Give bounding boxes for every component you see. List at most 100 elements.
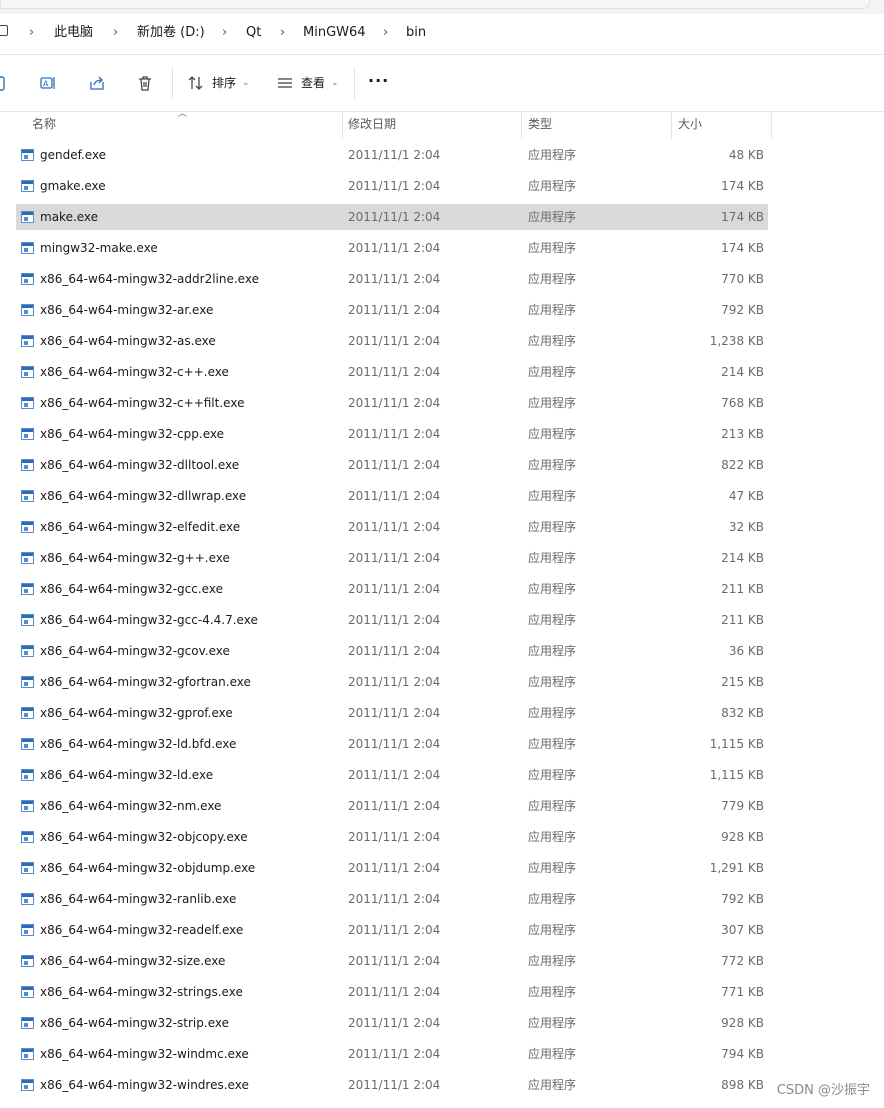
file-row[interactable]: mingw32-make.exe 2011/11/1 2:04 应用程序 174 KB (16, 235, 768, 261)
file-row[interactable]: x86_64-w64-mingw32-gcov.exe 2011/11/1 2:0… (16, 638, 768, 664)
file-row[interactable]: x86_64-w64-mingw32-c++.exe 2011/11/1 2:04… (16, 359, 768, 385)
application-file-icon (21, 1048, 34, 1060)
watermark: CSDN @沙振宇 (776, 1083, 870, 1098)
sort-label[interactable]: 排序 (212, 75, 236, 91)
file-date-modified: 2011/11/1 2:04 (348, 272, 441, 286)
file-row[interactable]: x86_64-w64-mingw32-gcc-4.4.7.exe 2011/11/… (16, 607, 768, 633)
file-date-modified: 2011/11/1 2:04 (348, 830, 441, 844)
view-label[interactable]: 查看 (301, 75, 325, 91)
file-row[interactable]: x86_64-w64-mingw32-dlltool.exe 2011/11/1 … (16, 452, 768, 478)
file-row[interactable]: x86_64-w64-mingw32-objdump.exe 2011/11/1 … (16, 855, 768, 881)
file-type: 应用程序 (528, 923, 577, 937)
file-name: x86_64-w64-mingw32-dllwrap.exe (40, 489, 247, 503)
file-row[interactable]: x86_64-w64-mingw32-as.exe 2011/11/1 2:04 应… (16, 328, 768, 354)
delete-button[interactable] (134, 72, 156, 94)
file-row[interactable]: x86_64-w64-mingw32-gfortran.exe 2011/11/1… (16, 669, 768, 695)
file-row[interactable]: x86_64-w64-mingw32-nm.exe 2011/11/1 2:04 应… (16, 793, 768, 819)
file-name: x86_64-w64-mingw32-elfedit.exe (40, 520, 241, 534)
paste-icon (0, 76, 5, 91)
file-row[interactable]: x86_64-w64-mingw32-elfedit.exe 2011/11/1 … (16, 514, 768, 540)
file-row[interactable]: x86_64-w64-mingw32-addr2line.exe 2011/11/… (16, 266, 768, 292)
rename-button[interactable]: A (37, 72, 59, 94)
computer-icon[interactable] (0, 25, 8, 36)
application-file-icon (21, 273, 34, 285)
chevron-right-icon[interactable]: › (222, 24, 227, 42)
file-row[interactable]: x86_64-w64-mingw32-readelf.exe 2011/11/1 … (16, 917, 768, 943)
file-type: 应用程序 (528, 675, 577, 689)
column-header: ︿ 名称 修改日期 类型 大小 (0, 109, 884, 139)
file-type: 应用程序 (528, 303, 577, 317)
file-row[interactable]: x86_64-w64-mingw32-cpp.exe 2011/11/1 2:04… (16, 421, 768, 447)
file-row[interactable]: make.exe 2011/11/1 2:04 应用程序 174 KB (16, 204, 768, 230)
file-type: 应用程序 (528, 520, 577, 534)
file-type: 应用程序 (528, 427, 577, 441)
file-row[interactable]: x86_64-w64-mingw32-dllwrap.exe 2011/11/1 … (16, 483, 768, 509)
column-header-size[interactable]: 大小 (672, 111, 772, 139)
more-options-button[interactable]: ··· (368, 71, 389, 91)
breadcrumb-mingw64[interactable]: MinGW64 (303, 24, 366, 42)
chevron-right-icon[interactable]: › (29, 24, 34, 42)
file-row[interactable]: x86_64-w64-mingw32-strings.exe 2011/11/1 … (16, 979, 768, 1005)
file-row[interactable]: x86_64-w64-mingw32-windmc.exe 2011/11/1 2… (16, 1041, 768, 1067)
application-file-icon (21, 490, 34, 502)
view-button[interactable] (274, 72, 296, 94)
share-button[interactable] (86, 72, 108, 94)
file-name: x86_64-w64-mingw32-nm.exe (40, 799, 222, 813)
file-name: x86_64-w64-mingw32-strings.exe (40, 985, 243, 999)
chevron-right-icon[interactable]: › (383, 24, 388, 42)
file-size: 214 KB (721, 365, 764, 379)
file-row[interactable]: x86_64-w64-mingw32-c++filt.exe 2011/11/1 … (16, 390, 768, 416)
application-file-icon (21, 242, 34, 254)
file-size: 211 KB (721, 582, 764, 596)
file-row[interactable]: x86_64-w64-mingw32-ar.exe 2011/11/1 2:04 应… (16, 297, 768, 323)
file-row[interactable]: x86_64-w64-mingw32-size.exe 2011/11/1 2:0… (16, 948, 768, 974)
file-date-modified: 2011/11/1 2:04 (348, 1078, 441, 1092)
sort-button[interactable] (185, 72, 207, 94)
file-date-modified: 2011/11/1 2:04 (348, 644, 441, 658)
file-row[interactable]: x86_64-w64-mingw32-g++.exe 2011/11/1 2:04… (16, 545, 768, 571)
file-type: 应用程序 (528, 458, 577, 472)
file-row[interactable]: x86_64-w64-mingw32-windres.exe 2011/11/1 … (16, 1072, 768, 1098)
breadcrumb-drive-d[interactable]: 新加卷 (D:) (137, 24, 205, 42)
chevron-down-icon[interactable]: ⌄ (331, 75, 339, 91)
toolbar-divider (172, 67, 173, 99)
file-row[interactable]: x86_64-w64-mingw32-gprof.exe 2011/11/1 2:… (16, 700, 768, 726)
file-row[interactable]: gendef.exe 2011/11/1 2:04 应用程序 48 KB (16, 142, 768, 168)
file-size: 48 KB (728, 148, 764, 162)
application-file-icon (21, 304, 34, 316)
breadcrumb-qt[interactable]: Qt (246, 24, 261, 42)
address-bar[interactable]: › 此电脑 › 新加卷 (D:) › Qt › MinGW64 › bin (0, 14, 884, 55)
application-file-icon (21, 211, 34, 223)
file-row[interactable]: x86_64-w64-mingw32-gcc.exe 2011/11/1 2:04… (16, 576, 768, 602)
file-size: 822 KB (721, 458, 764, 472)
column-header-type[interactable]: 类型 (522, 111, 672, 139)
file-row[interactable]: x86_64-w64-mingw32-ld.exe 2011/11/1 2:04 应… (16, 762, 768, 788)
chevron-right-icon[interactable]: › (280, 24, 285, 42)
file-size: 768 KB (721, 396, 764, 410)
chevron-right-icon[interactable]: › (113, 24, 118, 42)
file-row[interactable]: gmake.exe 2011/11/1 2:04 应用程序 174 KB (16, 173, 768, 199)
paste-button[interactable] (0, 72, 10, 94)
file-type: 应用程序 (528, 210, 577, 224)
file-date-modified: 2011/11/1 2:04 (348, 892, 441, 906)
file-row[interactable]: x86_64-w64-mingw32-objcopy.exe 2011/11/1 … (16, 824, 768, 850)
file-type: 应用程序 (528, 489, 577, 503)
file-size: 772 KB (721, 954, 764, 968)
file-type: 应用程序 (528, 892, 577, 906)
file-row[interactable]: x86_64-w64-mingw32-ranlib.exe 2011/11/1 2… (16, 886, 768, 912)
breadcrumb-this-pc[interactable]: 此电脑 (54, 24, 93, 42)
view-list-icon (278, 78, 292, 88)
column-separator[interactable] (771, 111, 772, 139)
chevron-down-icon[interactable]: ⌄ (242, 75, 250, 91)
file-row[interactable]: x86_64-w64-mingw32-strip.exe 2011/11/1 2:… (16, 1010, 768, 1036)
file-size: 307 KB (721, 923, 764, 937)
column-header-name[interactable]: 名称 (26, 111, 342, 139)
file-date-modified: 2011/11/1 2:04 (348, 551, 441, 565)
file-row[interactable]: x86_64-w64-mingw32-ld.bfd.exe 2011/11/1 2… (16, 731, 768, 757)
file-type: 应用程序 (528, 799, 577, 813)
file-date-modified: 2011/11/1 2:04 (348, 396, 441, 410)
file-name: x86_64-w64-mingw32-gcov.exe (40, 644, 230, 658)
column-header-date[interactable]: 修改日期 (342, 111, 522, 139)
application-file-icon (21, 1079, 34, 1091)
breadcrumb-bin[interactable]: bin (406, 24, 426, 42)
